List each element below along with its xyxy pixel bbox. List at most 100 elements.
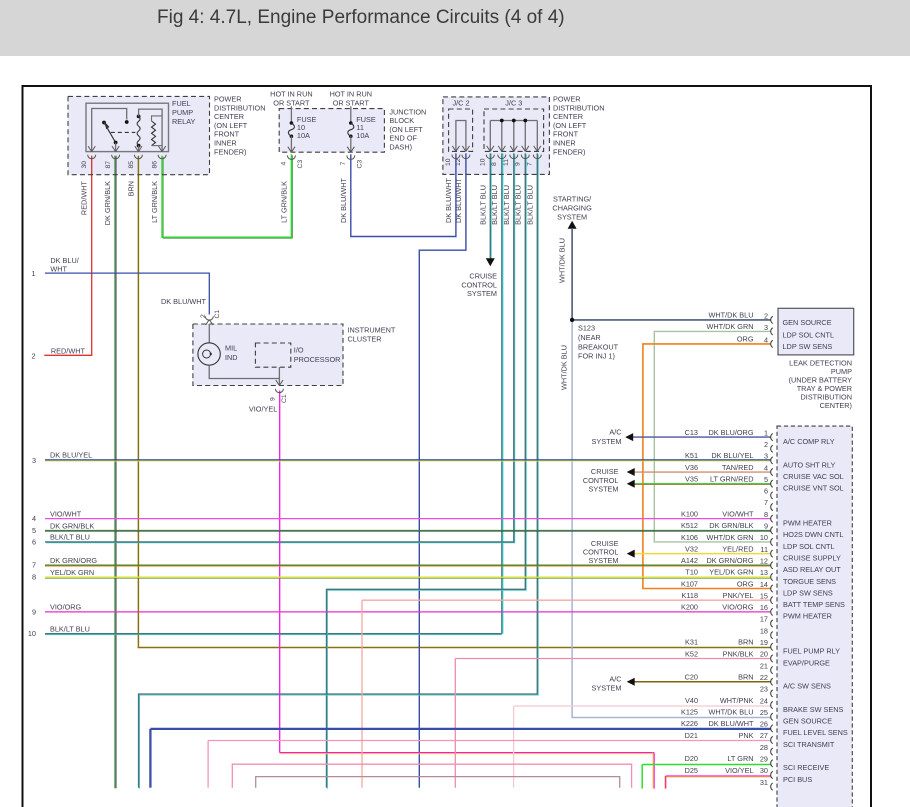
svg-text:A/C: A/C — [609, 674, 621, 683]
svg-text:K118: K118 — [682, 591, 699, 600]
svg-text:DK GRN/BLK: DK GRN/BLK — [50, 521, 94, 530]
svg-text:WHT: WHT — [50, 265, 67, 274]
svg-text:85: 85 — [128, 161, 135, 169]
svg-text:BLK/LT BLU: BLK/LT BLU — [50, 625, 90, 634]
svg-text:9: 9 — [514, 162, 521, 166]
svg-text:4: 4 — [764, 335, 768, 344]
svg-text:C20: C20 — [685, 673, 698, 682]
svg-text:CRUISE VNT SOL: CRUISE VNT SOL — [783, 484, 844, 493]
svg-text:VIO/YEL: VIO/YEL — [249, 405, 277, 414]
svg-text:4: 4 — [32, 514, 36, 523]
svg-text:10: 10 — [445, 158, 452, 166]
svg-text:PUMP: PUMP — [172, 108, 193, 117]
svg-text:WHT/PNK: WHT/PNK — [720, 696, 754, 705]
svg-text:3: 3 — [764, 323, 768, 332]
svg-text:BLK/LT BLU: BLK/LT BLU — [525, 185, 534, 225]
svg-text:DK BLU/ORG: DK BLU/ORG — [708, 428, 753, 437]
svg-text:20: 20 — [760, 650, 768, 659]
svg-text:C1: C1 — [214, 310, 221, 319]
svg-text:V36: V36 — [685, 463, 698, 472]
svg-text:3: 3 — [32, 456, 36, 465]
svg-text:K125: K125 — [681, 708, 698, 717]
svg-text:V35: V35 — [685, 475, 698, 484]
svg-text:21: 21 — [760, 661, 768, 670]
svg-text:DK BLU/WHT: DK BLU/WHT — [709, 719, 755, 728]
svg-text:LDP SW SENS: LDP SW SENS — [783, 588, 833, 597]
svg-text:CLUSTER: CLUSTER — [348, 334, 382, 343]
svg-text:POWER: POWER — [553, 95, 581, 104]
svg-text:HOT IN RUN: HOT IN RUN — [270, 90, 312, 99]
svg-text:(ON LEFT: (ON LEFT — [553, 121, 587, 130]
svg-text:28: 28 — [760, 743, 768, 752]
svg-text:FENDER): FENDER) — [553, 147, 585, 156]
svg-text:YEL/DK GRN: YEL/DK GRN — [709, 568, 753, 577]
svg-text:GEN SOURCE: GEN SOURCE — [783, 318, 832, 327]
svg-text:TAN/RED: TAN/RED — [722, 463, 754, 472]
svg-text:IND: IND — [225, 353, 238, 362]
svg-text:BLK/LT BLU: BLK/LT BLU — [513, 185, 522, 225]
svg-text:DK GRN/BLK: DK GRN/BLK — [709, 521, 753, 530]
svg-text:11: 11 — [760, 545, 768, 554]
svg-text:DISTRIBUTION: DISTRIBUTION — [553, 103, 604, 112]
svg-text:SYSTEM: SYSTEM — [591, 437, 621, 446]
svg-text:PROCESSOR: PROCESSOR — [294, 355, 341, 364]
svg-text:K200: K200 — [681, 603, 698, 612]
svg-text:C1: C1 — [281, 394, 288, 403]
svg-text:OR START: OR START — [273, 98, 310, 107]
svg-text:CONTROL: CONTROL — [461, 280, 497, 289]
svg-text:86: 86 — [152, 161, 159, 169]
svg-text:D25: D25 — [685, 766, 698, 775]
svg-text:C13: C13 — [685, 428, 698, 437]
svg-text:WHT/DK BLU: WHT/DK BLU — [558, 238, 567, 283]
svg-text:A/C COMP RLY: A/C COMP RLY — [783, 437, 835, 446]
svg-text:SYSTEM: SYSTEM — [591, 684, 621, 693]
svg-text:LDP SW SENS: LDP SW SENS — [783, 342, 833, 351]
svg-text:K31: K31 — [685, 638, 698, 647]
svg-text:WHT/DK BLU: WHT/DK BLU — [560, 345, 569, 390]
svg-text:VIO/WHT: VIO/WHT — [50, 509, 82, 518]
svg-text:YEL/RED: YEL/RED — [722, 544, 753, 553]
svg-text:BRN: BRN — [126, 181, 135, 196]
svg-text:4: 4 — [764, 463, 768, 472]
svg-text:CRUISE: CRUISE — [469, 272, 497, 281]
svg-text:4: 4 — [280, 162, 287, 166]
svg-text:7: 7 — [764, 498, 768, 507]
svg-text:LT GRN: LT GRN — [727, 754, 753, 763]
svg-text:31: 31 — [760, 778, 768, 787]
svg-text:10A: 10A — [356, 131, 369, 140]
svg-text:V32: V32 — [685, 544, 698, 553]
svg-text:BREAKOUT: BREAKOUT — [578, 342, 619, 351]
svg-text:INNER: INNER — [553, 139, 576, 148]
svg-text:RED/WHT: RED/WHT — [51, 346, 86, 355]
svg-text:87: 87 — [105, 161, 112, 169]
svg-text:10: 10 — [479, 158, 486, 166]
svg-text:10: 10 — [760, 533, 768, 542]
svg-text:RELAY: RELAY — [172, 117, 196, 126]
svg-text:HO2S DWN CNTL: HO2S DWN CNTL — [783, 530, 843, 539]
svg-text:10: 10 — [28, 629, 36, 638]
svg-text:CENTER: CENTER — [553, 112, 583, 121]
svg-text:SYSTEM: SYSTEM — [467, 289, 497, 298]
svg-text:CENTER): CENTER) — [820, 401, 852, 410]
svg-text:BRN: BRN — [738, 673, 753, 682]
svg-text:J/C 2: J/C 2 — [452, 98, 469, 107]
svg-text:LDP SOL CNTL: LDP SOL CNTL — [783, 331, 835, 340]
svg-text:CRUISE SUPPLY: CRUISE SUPPLY — [783, 553, 841, 562]
svg-text:WHT/DK GRN: WHT/DK GRN — [706, 322, 753, 331]
svg-text:12: 12 — [760, 556, 768, 565]
svg-text:WHT/DK GRN: WHT/DK GRN — [706, 533, 753, 542]
svg-text:24: 24 — [760, 696, 768, 705]
svg-text:BATT TEMP SENS: BATT TEMP SENS — [783, 600, 845, 609]
svg-text:PCI BUS: PCI BUS — [783, 775, 812, 784]
svg-text:J/C 3: J/C 3 — [505, 98, 522, 107]
svg-text:9: 9 — [269, 397, 276, 401]
svg-text:(NEAR: (NEAR — [578, 333, 601, 342]
svg-text:FRONT: FRONT — [553, 130, 579, 139]
svg-text:EVAP/PURGE: EVAP/PURGE — [783, 658, 830, 667]
svg-text:BRAKE SW SENS: BRAKE SW SENS — [783, 705, 844, 714]
svg-text:SYSTEM: SYSTEM — [588, 556, 618, 565]
svg-text:HOT IN RUN: HOT IN RUN — [330, 90, 372, 99]
svg-text:2: 2 — [31, 351, 35, 360]
svg-text:14: 14 — [760, 580, 768, 589]
svg-text:12: 12 — [455, 158, 462, 166]
